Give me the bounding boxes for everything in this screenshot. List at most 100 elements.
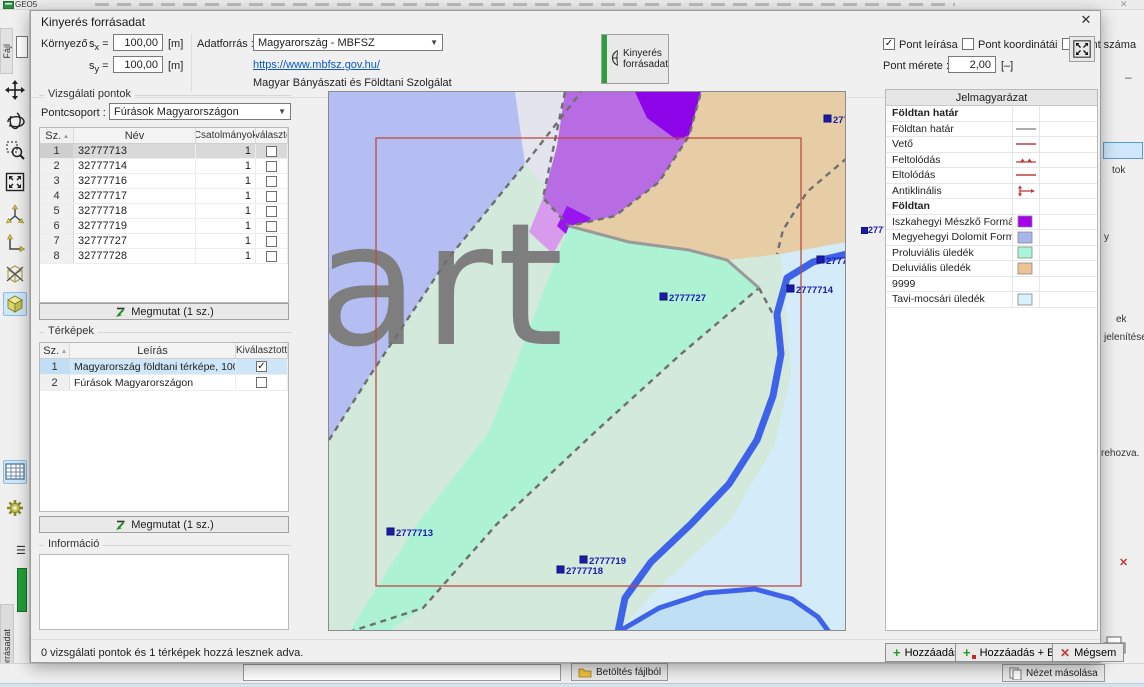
table-view-icon[interactable]: [3, 460, 27, 484]
row-checkbox[interactable]: [266, 146, 277, 157]
fragment-text-1: tok: [1112, 165, 1125, 176]
settings-gear-icon[interactable]: [3, 496, 27, 520]
sx-unit: [m]: [168, 38, 183, 50]
copy-icon: [1009, 667, 1022, 680]
pan-icon[interactable]: [3, 78, 27, 102]
show-on-map-icon: [114, 519, 126, 531]
show-maps-button[interactable]: Megmutat (1 sz.): [39, 516, 289, 533]
point-group-dropdown[interactable]: Fúrások Magyarországon▼: [109, 103, 291, 120]
show-points-button[interactable]: Megmutat (1 sz.): [39, 303, 289, 320]
sy-label: sy =: [89, 60, 109, 74]
table-row[interactable]: 6327777191: [40, 219, 288, 234]
show-on-map-icon: [114, 306, 126, 318]
point-size-field[interactable]: 2,00: [948, 56, 996, 73]
fault-line-symbol: [1012, 137, 1040, 152]
app-logo-icon: [3, 1, 14, 9]
box-wireframe-icon[interactable]: [3, 262, 27, 286]
dialog-title: Kinyerés forrásadat: [41, 15, 145, 29]
point-coords-checkbox[interactable]: [962, 38, 974, 50]
fragment-cancel-icon[interactable]: ✕: [1119, 556, 1128, 569]
svg-text:2777717: 2777717: [826, 256, 846, 267]
row-checkbox[interactable]: [266, 251, 277, 262]
maps-groupbox: Térképek: [39, 332, 291, 333]
points-table: Sz.▴ Név Csatolmányok Kiválasztott 13277…: [39, 127, 289, 303]
left-toolbar: Fájl ☰ Forr: [0, 10, 30, 687]
fragment-text-2: y: [1104, 232, 1109, 243]
copy-view-button[interactable]: Nézet másolása: [1002, 664, 1105, 682]
rotate-icon[interactable]: [3, 108, 27, 132]
app-title-ghost: [95, 3, 955, 6]
point-size-unit: [–]: [1001, 60, 1013, 72]
app-titlebar: GEO5 ✕: [0, 0, 1144, 10]
axes-3d-icon[interactable]: [3, 202, 27, 226]
legend-row: Feltolódás: [886, 153, 1097, 169]
map-canvas[interactable]: art 2777728 2777717 2777714 2777727: [328, 91, 846, 631]
sort-asc-icon: ▴: [64, 132, 68, 140]
row-checkbox[interactable]: [266, 221, 277, 232]
box-solid-icon[interactable]: [3, 292, 27, 316]
row-checkbox[interactable]: [266, 236, 277, 247]
panel-minimize[interactable]: –: [1125, 70, 1132, 84]
tab-file-vertical[interactable]: Fájl: [0, 28, 13, 74]
app-close-icon[interactable]: ✕: [1120, 0, 1128, 10]
point-desc-checkbox[interactable]: ✓: [883, 38, 895, 50]
list-icon[interactable]: ☰: [16, 544, 26, 557]
row-checkbox[interactable]: ✓: [256, 361, 267, 372]
extract-source-dialog: Kinyerés forrásadat ✕ Környező : sx = 10…: [30, 10, 1101, 663]
expand-arrows-icon: [1073, 40, 1091, 58]
map-marker-edge[interactable]: 2777716: [861, 225, 884, 235]
row-checkbox[interactable]: [266, 206, 277, 217]
formation-swatch: [1012, 230, 1040, 245]
new-file-icon[interactable]: [16, 36, 28, 58]
table-row[interactable]: 1Magyarország földtani térképe, 100 000✓: [40, 359, 288, 375]
fit-view-icon[interactable]: [3, 170, 27, 194]
row-checkbox[interactable]: [266, 191, 277, 202]
sy-unit: [m]: [168, 60, 183, 72]
bottom-input[interactable]: [243, 664, 561, 681]
datasource-dropdown[interactable]: Magyarország - MBFSZ▼: [253, 34, 443, 51]
legend-row: Iszkahegyi Mészkő Formáció: [886, 215, 1097, 231]
datasource-link[interactable]: https://www.mbfsz.gov.hu/: [253, 59, 380, 71]
table-row[interactable]: 8327777281: [40, 249, 288, 264]
info-groupbox: Információ: [39, 545, 291, 546]
row-checkbox[interactable]: [266, 161, 277, 172]
status-strip: [0, 683, 1144, 687]
active-frame-bar: [17, 568, 27, 612]
row-checkbox[interactable]: [256, 377, 267, 388]
divider: [191, 34, 192, 92]
load-from-file-button[interactable]: Betöltés fájlból: [571, 663, 668, 681]
screen: GEO5 ✕ Fájl Sz Fájl: [0, 0, 1144, 687]
plus-icon: +: [963, 646, 971, 659]
fullscreen-button[interactable]: [1069, 36, 1095, 62]
points-table-header[interactable]: Sz.▴ Név Csatolmányok Kiválasztott: [40, 128, 288, 144]
maps-table-header[interactable]: Sz.▴ Leírás Kiválasztott: [40, 343, 288, 359]
globe-download-icon: [610, 49, 618, 69]
panel-button-fragment[interactable]: [1103, 142, 1143, 159]
info-group-title: Információ: [44, 538, 103, 550]
row-checkbox[interactable]: [266, 176, 277, 187]
surroundings-label: Környező :: [41, 38, 94, 50]
sy-field[interactable]: 100,00: [113, 56, 163, 73]
thrust-line-symbol: [1012, 153, 1040, 168]
table-row[interactable]: 3327777161: [40, 174, 288, 189]
gray-line-symbol: [1012, 122, 1040, 137]
fragment-text-3: ek: [1116, 314, 1127, 325]
table-row[interactable]: 5327777181: [40, 204, 288, 219]
table-row[interactable]: 2327777141: [40, 159, 288, 174]
table-row[interactable]: 2Fúrások Magyarországon: [40, 375, 288, 391]
table-row[interactable]: 7327777271: [40, 234, 288, 249]
table-row[interactable]: 4327777171: [40, 189, 288, 204]
x-icon: ✕: [1060, 647, 1070, 659]
datasource-label: Adatforrás :: [197, 38, 254, 50]
zoom-select-icon[interactable]: [3, 138, 27, 162]
dialog-close-icon[interactable]: ✕: [1075, 12, 1097, 29]
axes-2d-icon[interactable]: [3, 232, 27, 256]
cancel-button[interactable]: ✕Mégsem: [1052, 643, 1124, 662]
svg-text:2777727: 2777727: [669, 293, 706, 304]
extract-source-button[interactable]: Kinyerésforrásadat: [601, 34, 669, 84]
table-row[interactable]: 1327777131: [40, 144, 288, 159]
formation-swatch: [1012, 292, 1040, 307]
sx-field[interactable]: 100,00: [113, 34, 163, 51]
legend-panel: Jelmagyarázat Földtan határ Földtan hatá…: [885, 89, 1098, 631]
legend-row: Deluviális üledék: [886, 261, 1097, 277]
